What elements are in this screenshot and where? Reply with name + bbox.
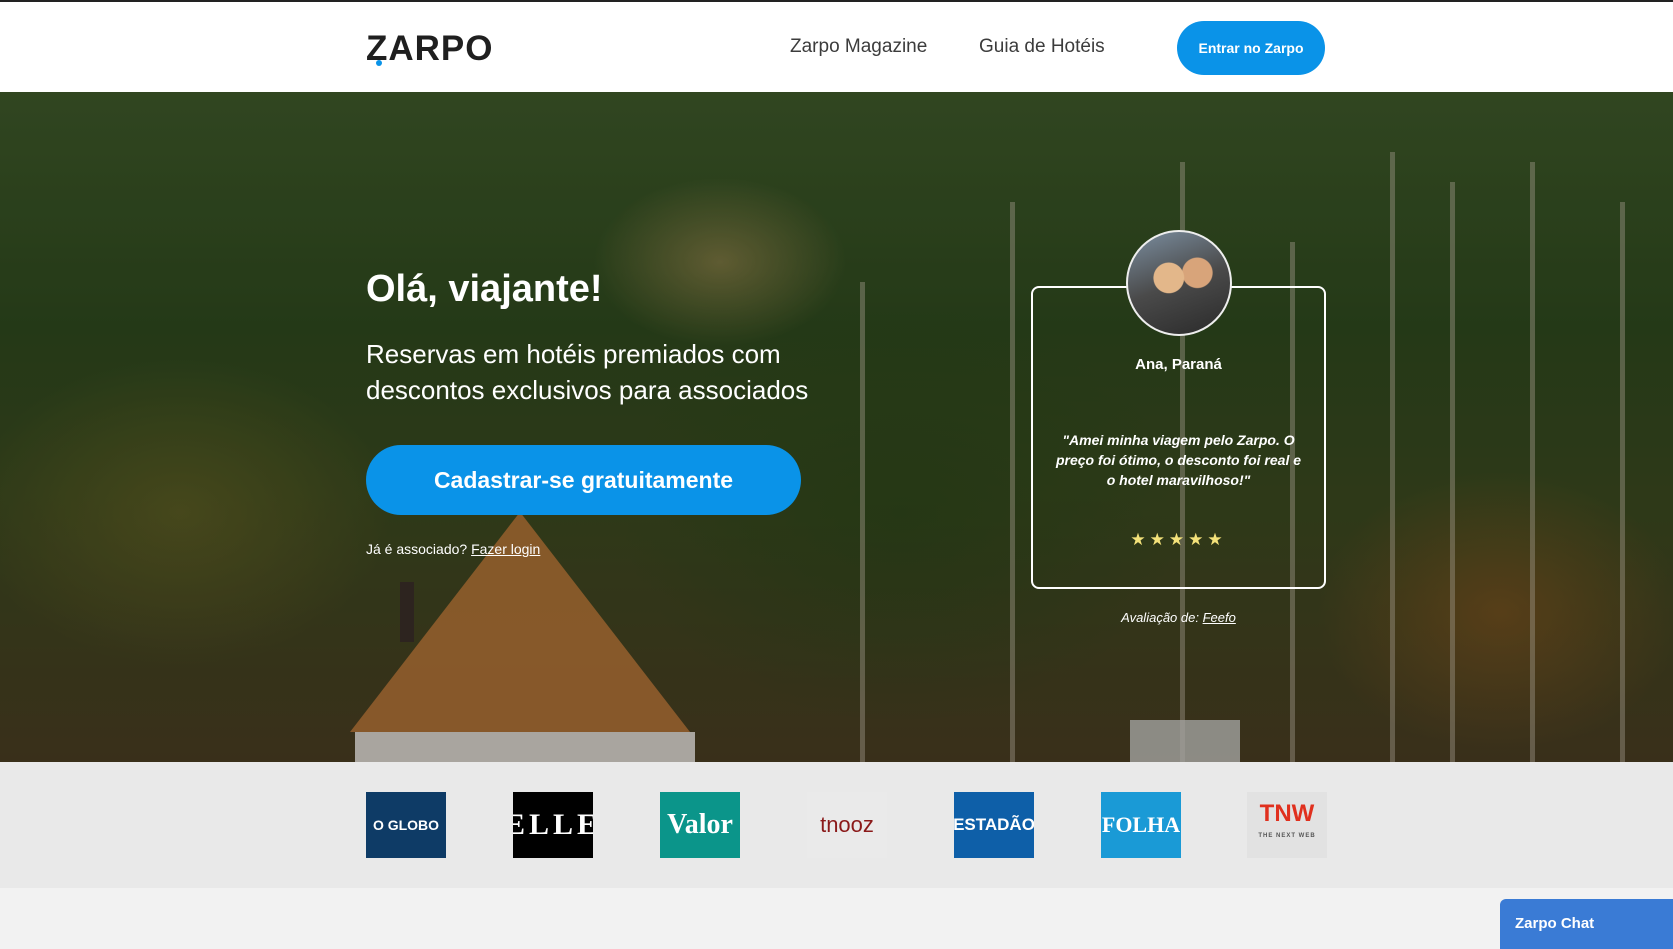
signup-button[interactable]: Cadastrar-se gratuitamente bbox=[366, 445, 801, 515]
rating-source-label: Avaliação de: bbox=[1121, 610, 1199, 625]
tnw-tagline: THE NEXT WEB bbox=[1258, 833, 1316, 839]
nav-zarpo-magazine[interactable]: Zarpo Magazine bbox=[790, 36, 927, 58]
feefo-link[interactable]: Feefo bbox=[1203, 610, 1236, 625]
login-link[interactable]: Fazer login bbox=[471, 541, 540, 557]
star-rating-icon: ★★★★★ bbox=[1130, 530, 1227, 550]
hero-title: Olá, viajante! bbox=[366, 268, 603, 310]
press-logo-estadao[interactable]: ESTADÃO bbox=[954, 792, 1034, 858]
logo-dot-icon bbox=[376, 60, 382, 66]
press-logo-o-globo[interactable]: O GLOBO bbox=[366, 792, 446, 858]
hero-overlay bbox=[0, 92, 1673, 762]
zarpo-chat-button[interactable]: Zarpo Chat bbox=[1500, 899, 1673, 949]
reviewer-name: Ana, Paraná bbox=[1135, 356, 1222, 373]
tnw-name: TNW bbox=[1259, 800, 1315, 827]
press-logo-tnooz[interactable]: tnooz bbox=[807, 792, 887, 858]
hero-subtitle: Reservas em hotéis premiados com descont… bbox=[366, 339, 809, 405]
press-logo-tnw[interactable]: TNW THE NEXT WEB bbox=[1247, 792, 1327, 858]
press-logo-folha[interactable]: FOLHA bbox=[1101, 792, 1181, 858]
enter-button[interactable]: Entrar no Zarpo bbox=[1177, 21, 1325, 75]
login-prompt: Já é associado? Fazer login bbox=[366, 541, 540, 557]
site-header: ZARPO Zarpo Magazine Guia de Hotéis Entr… bbox=[0, 2, 1673, 92]
review-quote: "Amei minha viagem pelo Zarpo. O preço f… bbox=[1055, 432, 1302, 488]
nav-guia-de-hoteis[interactable]: Guia de Hotéis bbox=[979, 36, 1105, 58]
press-logo-valor[interactable]: Valor bbox=[660, 792, 740, 858]
zarpo-logo[interactable]: ZARPO bbox=[366, 29, 494, 69]
press-logo-elle[interactable]: ELLE bbox=[513, 792, 593, 858]
reviewer-avatar bbox=[1126, 230, 1232, 336]
rating-source: Avaliação de: Feefo bbox=[1031, 610, 1326, 625]
hero-section: Olá, viajante! Reservas em hotéis premia… bbox=[0, 92, 1673, 762]
login-prompt-text: Já é associado? bbox=[366, 541, 468, 557]
press-logos: O GLOBO ELLE Valor tnooz ESTADÃO FOLHA T… bbox=[0, 762, 1673, 888]
